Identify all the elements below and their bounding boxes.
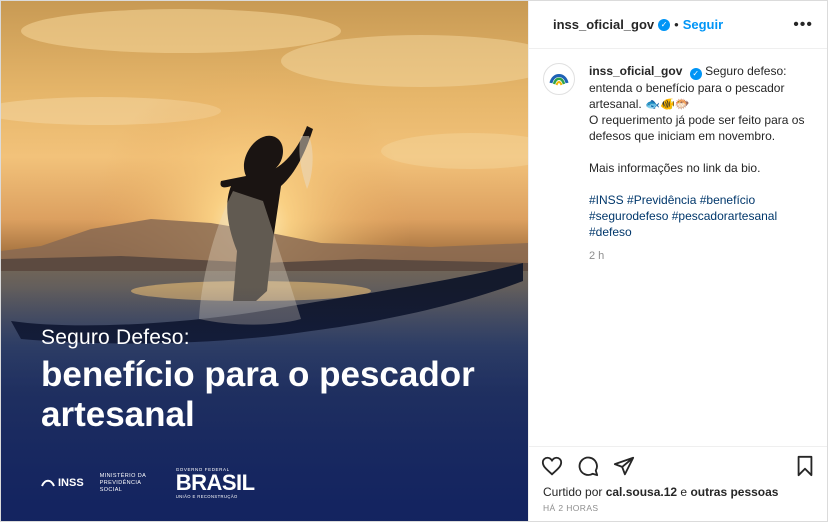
share-icon [613,456,635,476]
image-gradient-overlay [1,1,528,521]
heart-icon [541,456,563,476]
verified-badge-icon: ✓ [689,68,702,80]
likes-prefix: Curtido por [543,485,606,499]
hashtag-link[interactable]: #Previdência [627,193,700,207]
comment-button[interactable] [577,455,599,477]
hashtag-link[interactable]: #pescadorartesanal [672,209,777,223]
likes-middle: e [680,485,691,499]
inss-mark-icon [41,479,55,487]
save-button[interactable] [795,455,815,477]
brasil-logo: GOVERNO FEDERAL BRASIL UNIÃO E RECONSTRU… [176,467,255,499]
caption-username[interactable]: inss_oficial_gov [589,64,682,78]
more-options-icon[interactable]: ••• [793,16,813,34]
hashtags: #INSS #Previdência #benefício #segurodef… [589,192,811,240]
logo-strip: INSS Ministério da Previdência Social GO… [41,467,255,499]
inss-logo-text: INSS [58,477,84,489]
caption-line-2: O requerimento já pode ser feito para os… [589,113,805,143]
comment-icon [578,456,599,477]
post-dialog: Seguro Defeso: benefício para o pescador… [0,0,828,522]
likes-user[interactable]: cal.sousa.12 [606,485,681,499]
hashtag-link[interactable]: #INSS [589,193,627,207]
likes-others[interactable]: outras pessoas [690,485,778,499]
like-button[interactable] [541,455,563,477]
verified-badge-icon: ✓ [658,18,671,31]
caption-time: 2 h [589,250,605,262]
action-bar [529,446,827,485]
share-button[interactable] [613,455,635,477]
avatar[interactable] [543,63,575,95]
caption-line-3: Mais informações no link da bio. [589,161,761,175]
hashtag-link[interactable]: #benefício [700,193,755,207]
post-panel: inss_oficial_gov ✓ • Seguir ••• inss_ofi… [528,1,827,521]
union-text: UNIÃO E RECONSTRUÇÃO [175,494,238,499]
post-timestamp: HÁ 2 HORAS [543,503,599,513]
inss-logo: INSS [41,477,84,489]
separator-dot: • [674,17,679,32]
image-subtitle: Seguro Defeso: [41,326,190,349]
post-header: inss_oficial_gov ✓ • Seguir ••• [529,1,827,49]
comments-area: inss_oficial_gov ✓ Seguro defeso: entend… [529,49,827,446]
caption-body: inss_oficial_gov ✓ Seguro defeso: entend… [589,63,811,264]
inss-avatar-icon [549,74,569,86]
post-image[interactable]: Seguro Defeso: benefício para o pescador… [1,1,528,521]
caption: inss_oficial_gov ✓ Seguro defeso: entend… [543,63,811,264]
hashtag-link[interactable]: #defeso [589,225,632,239]
header-username[interactable]: inss_oficial_gov [553,17,654,32]
follow-button[interactable]: Seguir [683,17,723,32]
ministry-logo: Ministério da Previdência Social [99,472,146,493]
brasil-text: BRASIL [175,470,255,495]
hashtag-link[interactable]: #segurodefeso [589,209,672,223]
bookmark-icon [797,455,813,477]
likes-summary: Curtido por cal.sousa.12 e outras pessoa… [529,485,827,499]
image-title: benefício para o pescador artesanal [41,355,475,434]
